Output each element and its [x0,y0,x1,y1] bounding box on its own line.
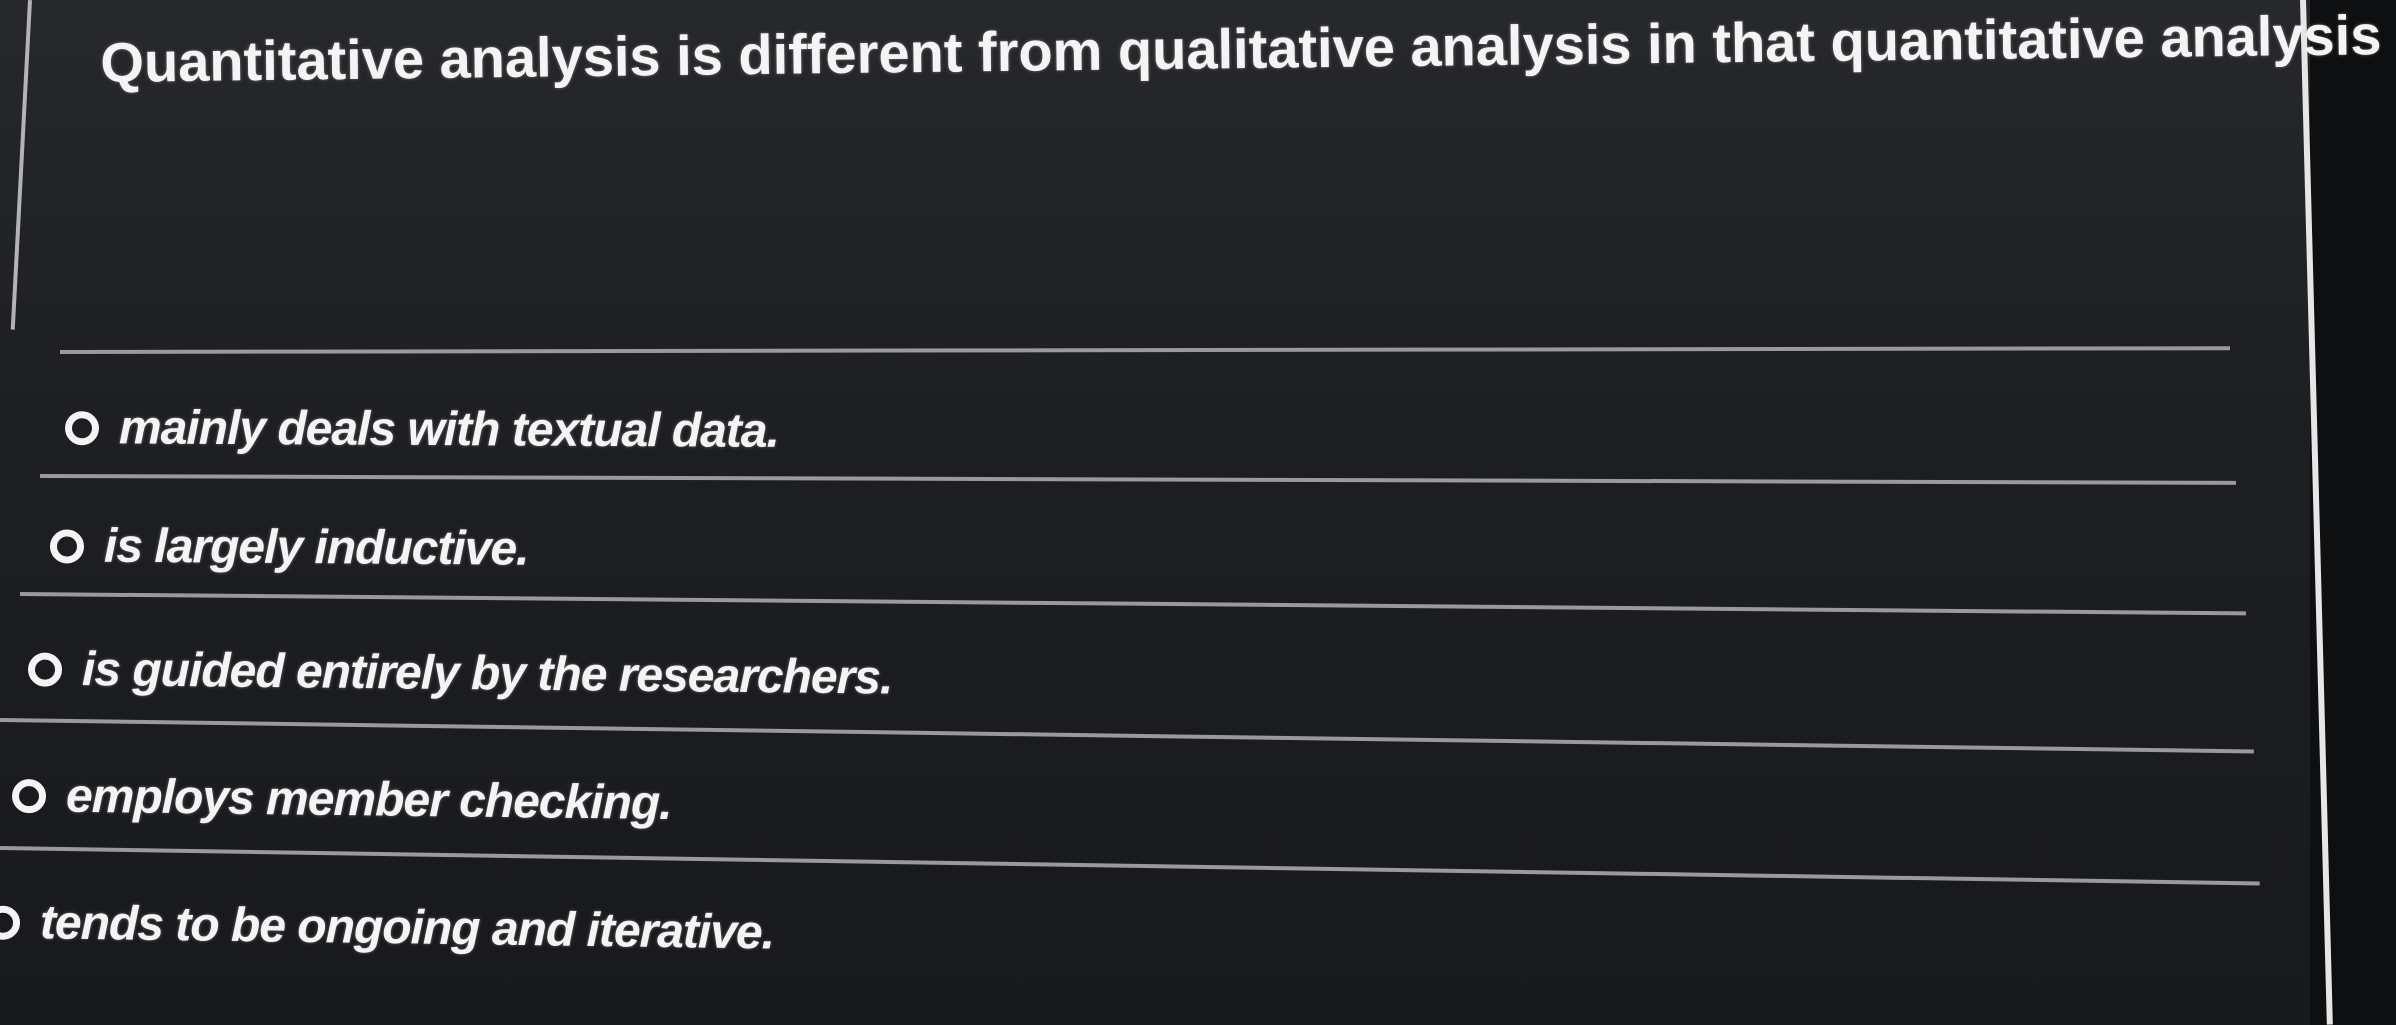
radio-button-icon[interactable] [27,651,63,687]
answer-option-label[interactable]: is largely inductive. [104,519,529,577]
divider [0,846,2260,886]
radio-button-icon[interactable] [0,905,21,940]
radio-button-icon[interactable] [64,410,100,445]
answer-option-5[interactable]: tends to be ongoing and iterative. [0,895,774,961]
radio-button-icon[interactable] [11,778,47,813]
answer-option-1[interactable]: mainly deals with textual data. [64,400,779,459]
answer-option-label[interactable]: mainly deals with textual data. [119,400,779,458]
answer-option-label[interactable]: tends to be ongoing and iterative. [40,895,775,960]
answer-option-2[interactable]: is largely inductive. [49,518,529,577]
divider [39,474,2236,485]
panel-left-border [10,0,32,330]
answer-option-label[interactable]: employs member checking. [66,769,672,831]
quiz-screen: Quantitative analysis is different from … [0,0,2396,1025]
divider [59,346,2231,354]
radio-button-icon[interactable] [49,528,85,564]
question-text: Quantitative analysis is different from … [100,3,2382,94]
divider [19,592,2246,616]
answer-option-3[interactable]: is guided entirely by the researchers. [27,641,893,705]
answer-option-4[interactable]: employs member checking. [11,768,672,831]
answer-option-label[interactable]: is guided entirely by the researchers. [82,642,893,705]
divider [0,718,2254,754]
